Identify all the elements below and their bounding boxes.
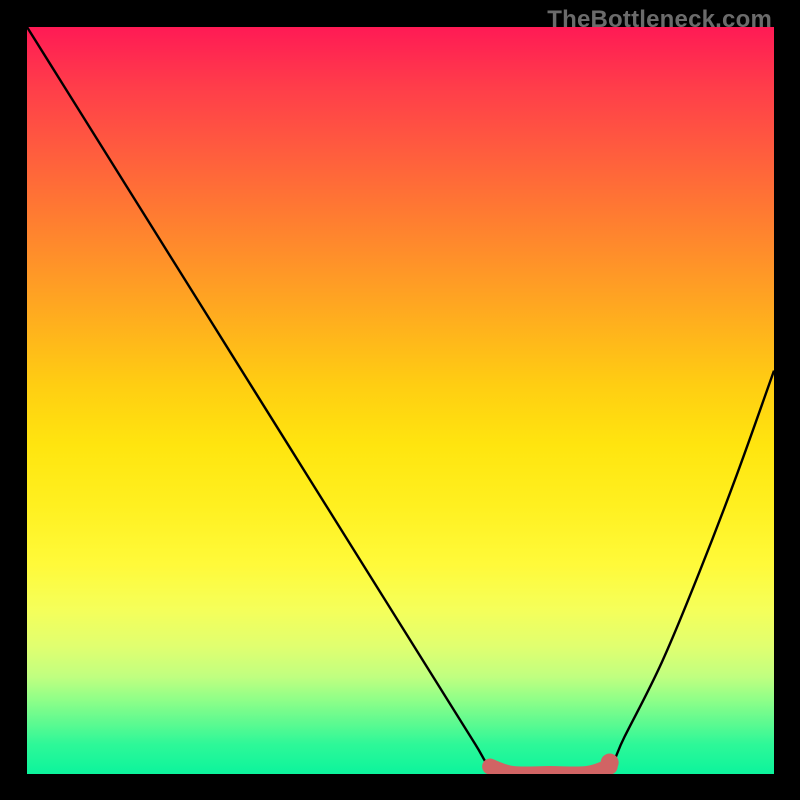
optimum-end-dot <box>601 754 619 772</box>
optimum-band <box>490 767 610 774</box>
chart-container: TheBottleneck.com <box>0 0 800 800</box>
chart-svg <box>27 27 774 774</box>
bottleneck-curve <box>27 27 774 774</box>
watermark-text: TheBottleneck.com <box>547 6 772 34</box>
plot-area <box>27 27 774 774</box>
